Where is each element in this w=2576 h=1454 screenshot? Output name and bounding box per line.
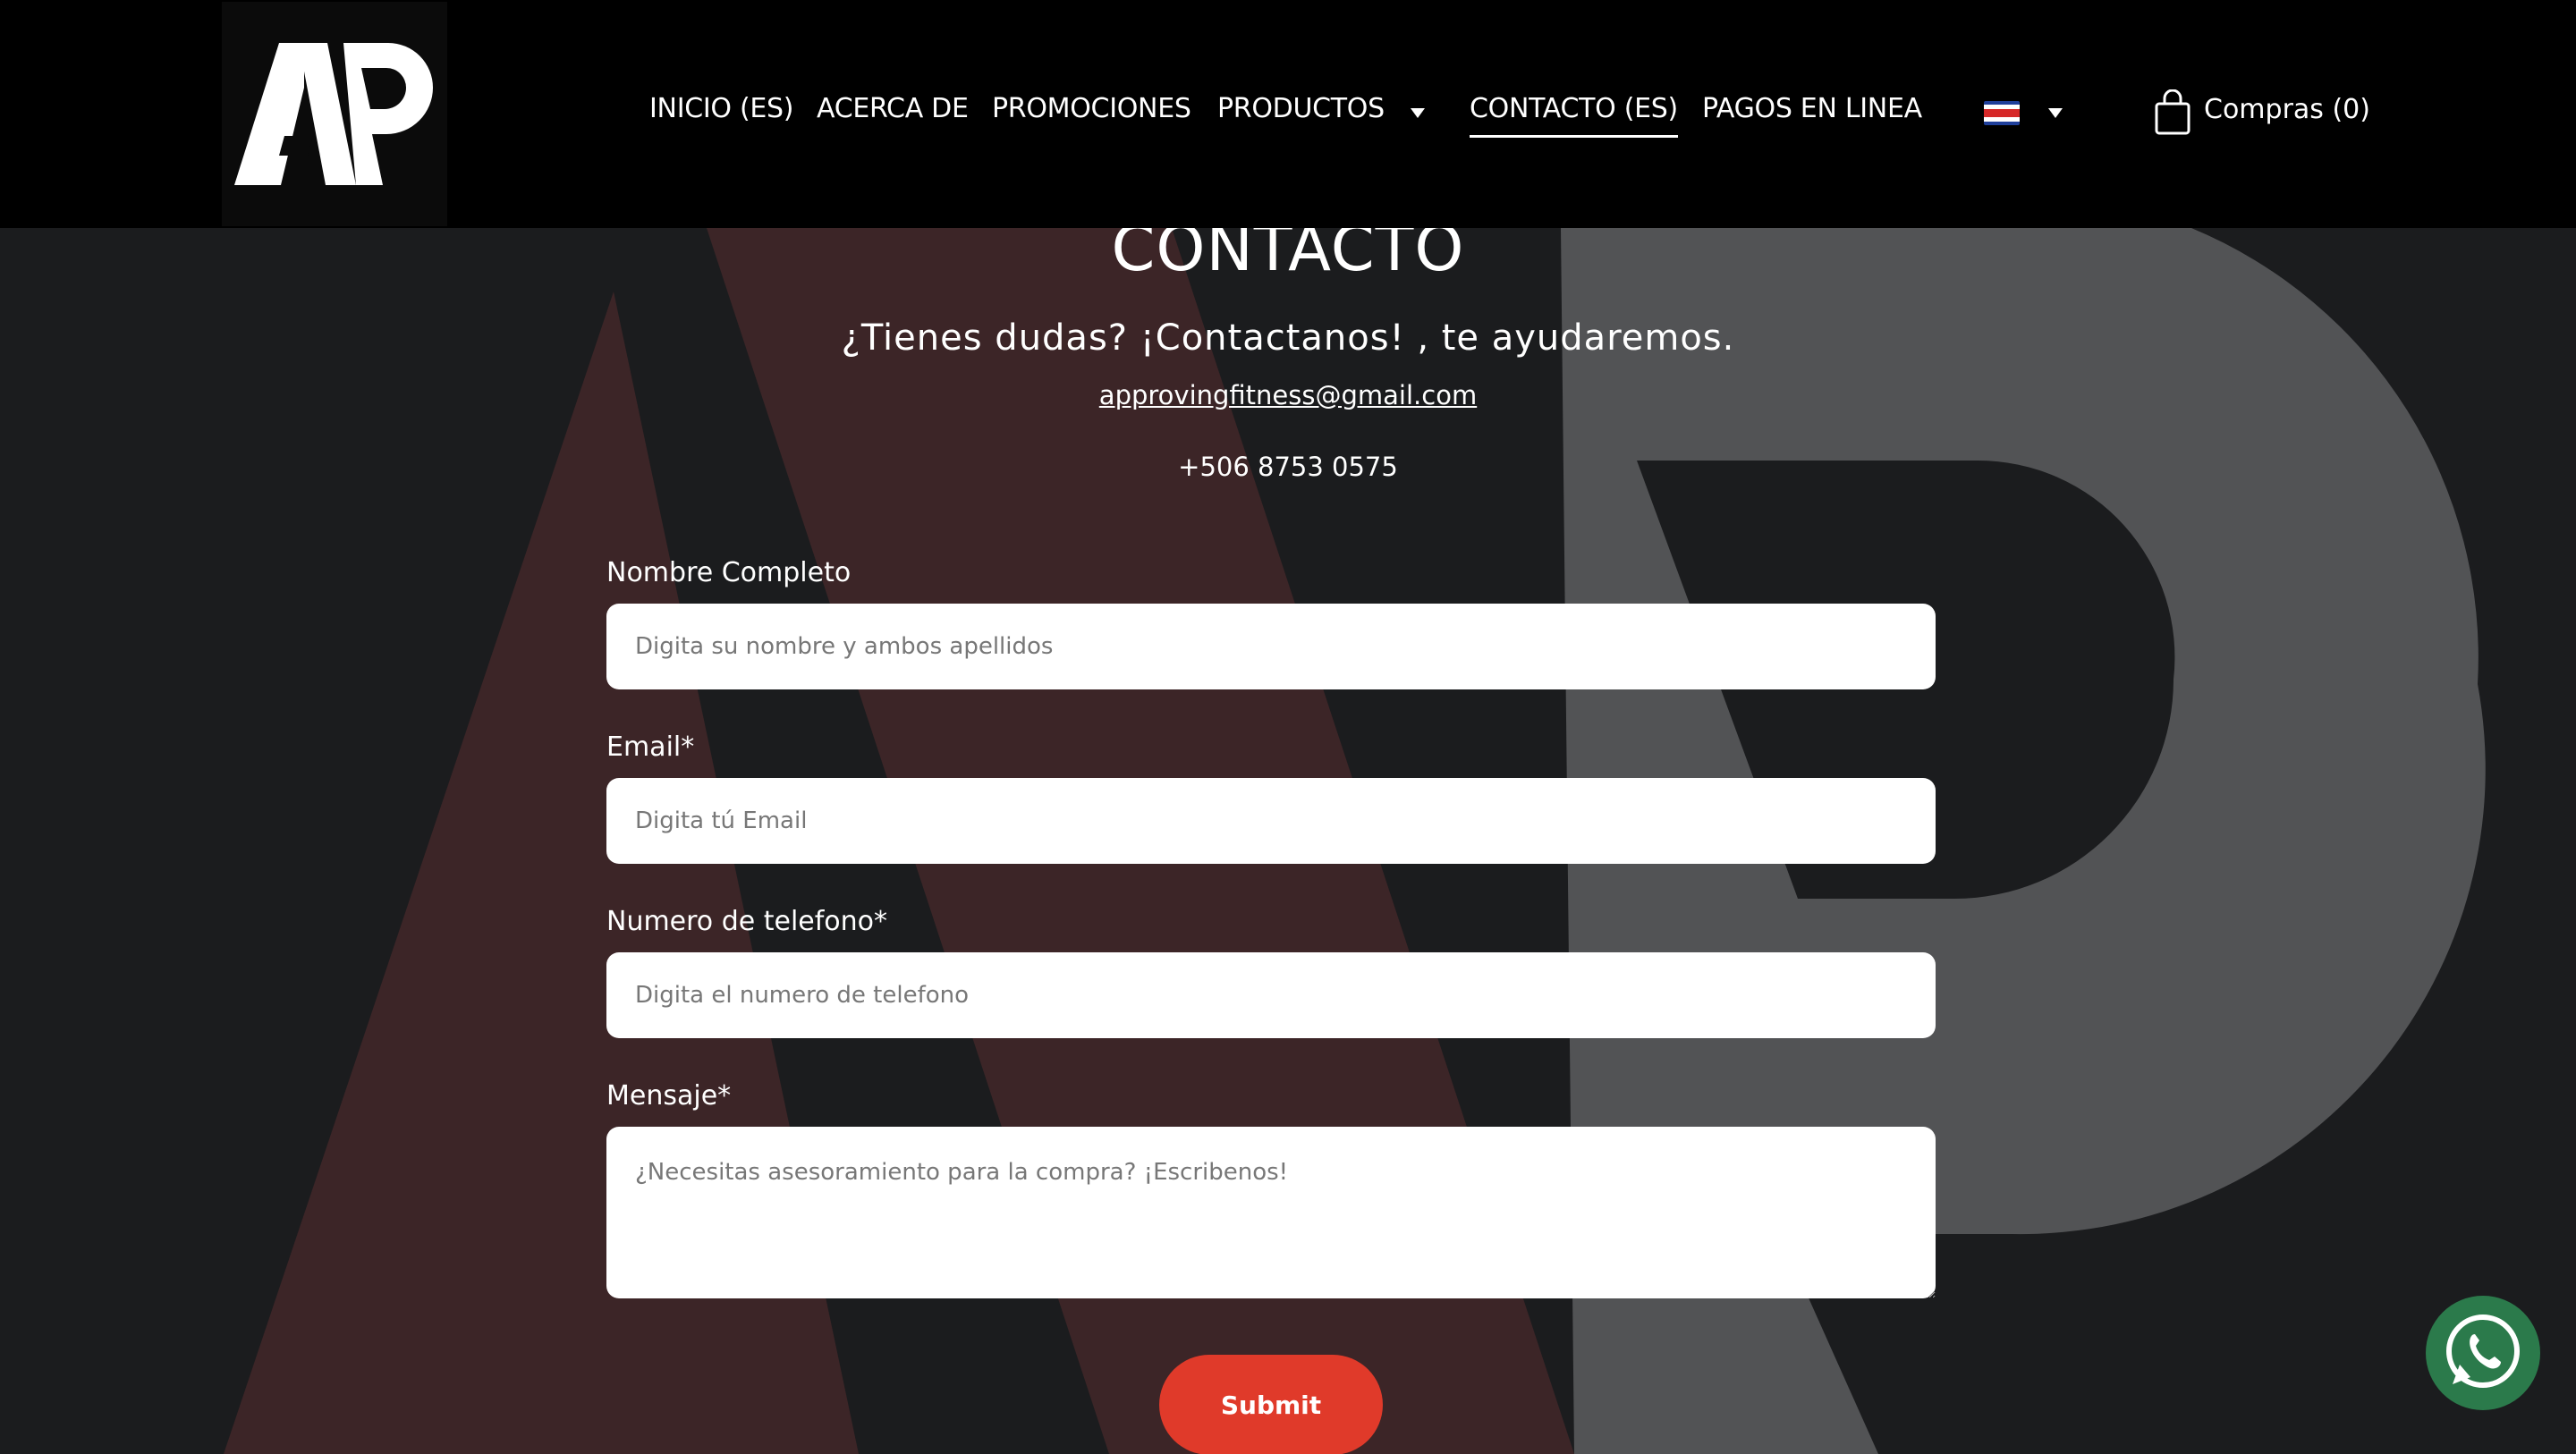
flag-cr-icon[interactable]	[1984, 101, 2020, 125]
contact-phone: +506 8753 0575	[1178, 452, 1398, 482]
email-input[interactable]	[606, 778, 1936, 864]
phone-label: Numero de telefono*	[606, 906, 888, 937]
nav-contacto[interactable]: CONTACTO (ES)	[1470, 93, 1678, 138]
cart-label: Compras (0)	[2204, 94, 2370, 125]
nav-inicio[interactable]: INICIO (ES)	[649, 93, 793, 134]
message-label: Mensaje*	[606, 1080, 732, 1112]
contact-email-link[interactable]: approvingfitness@gmail.com	[0, 380, 2576, 410]
main-nav: INICIO (ES) ACERCA DE PROMOCIONES PRODUC…	[0, 0, 2576, 228]
page-subtitle: ¿Tienes dudas? ¡Contactanos! , te ayudar…	[841, 317, 1735, 359]
name-label: Nombre Completo	[606, 557, 852, 588]
nav-acerca-de[interactable]: ACERCA DE	[817, 93, 969, 134]
submit-button[interactable]: Submit	[1159, 1355, 1383, 1454]
nav-productos[interactable]: PRODUCTOS	[1217, 93, 1385, 134]
name-input[interactable]	[606, 604, 1936, 689]
contact-section: CONTACTO ¿Tienes dudas? ¡Contactanos! , …	[0, 212, 2576, 1454]
cart-link[interactable]: Compras (0)	[2154, 89, 2370, 136]
productos-chevron-down-icon[interactable]	[1411, 108, 1425, 118]
language-chevron-down-icon[interactable]	[2048, 108, 2063, 118]
email-label: Email*	[606, 731, 695, 763]
whatsapp-icon	[2426, 1296, 2540, 1410]
site-header: INICIO (ES) ACERCA DE PROMOCIONES PRODUC…	[0, 0, 2576, 228]
nav-pagos-en-linea[interactable]: PAGOS EN LINEA	[1702, 93, 1922, 134]
nav-promociones[interactable]: PROMOCIONES	[992, 93, 1191, 134]
message-textarea[interactable]	[606, 1127, 1936, 1298]
cart-icon	[2155, 89, 2190, 135]
whatsapp-button[interactable]	[2426, 1295, 2576, 1413]
phone-input[interactable]	[606, 952, 1936, 1038]
